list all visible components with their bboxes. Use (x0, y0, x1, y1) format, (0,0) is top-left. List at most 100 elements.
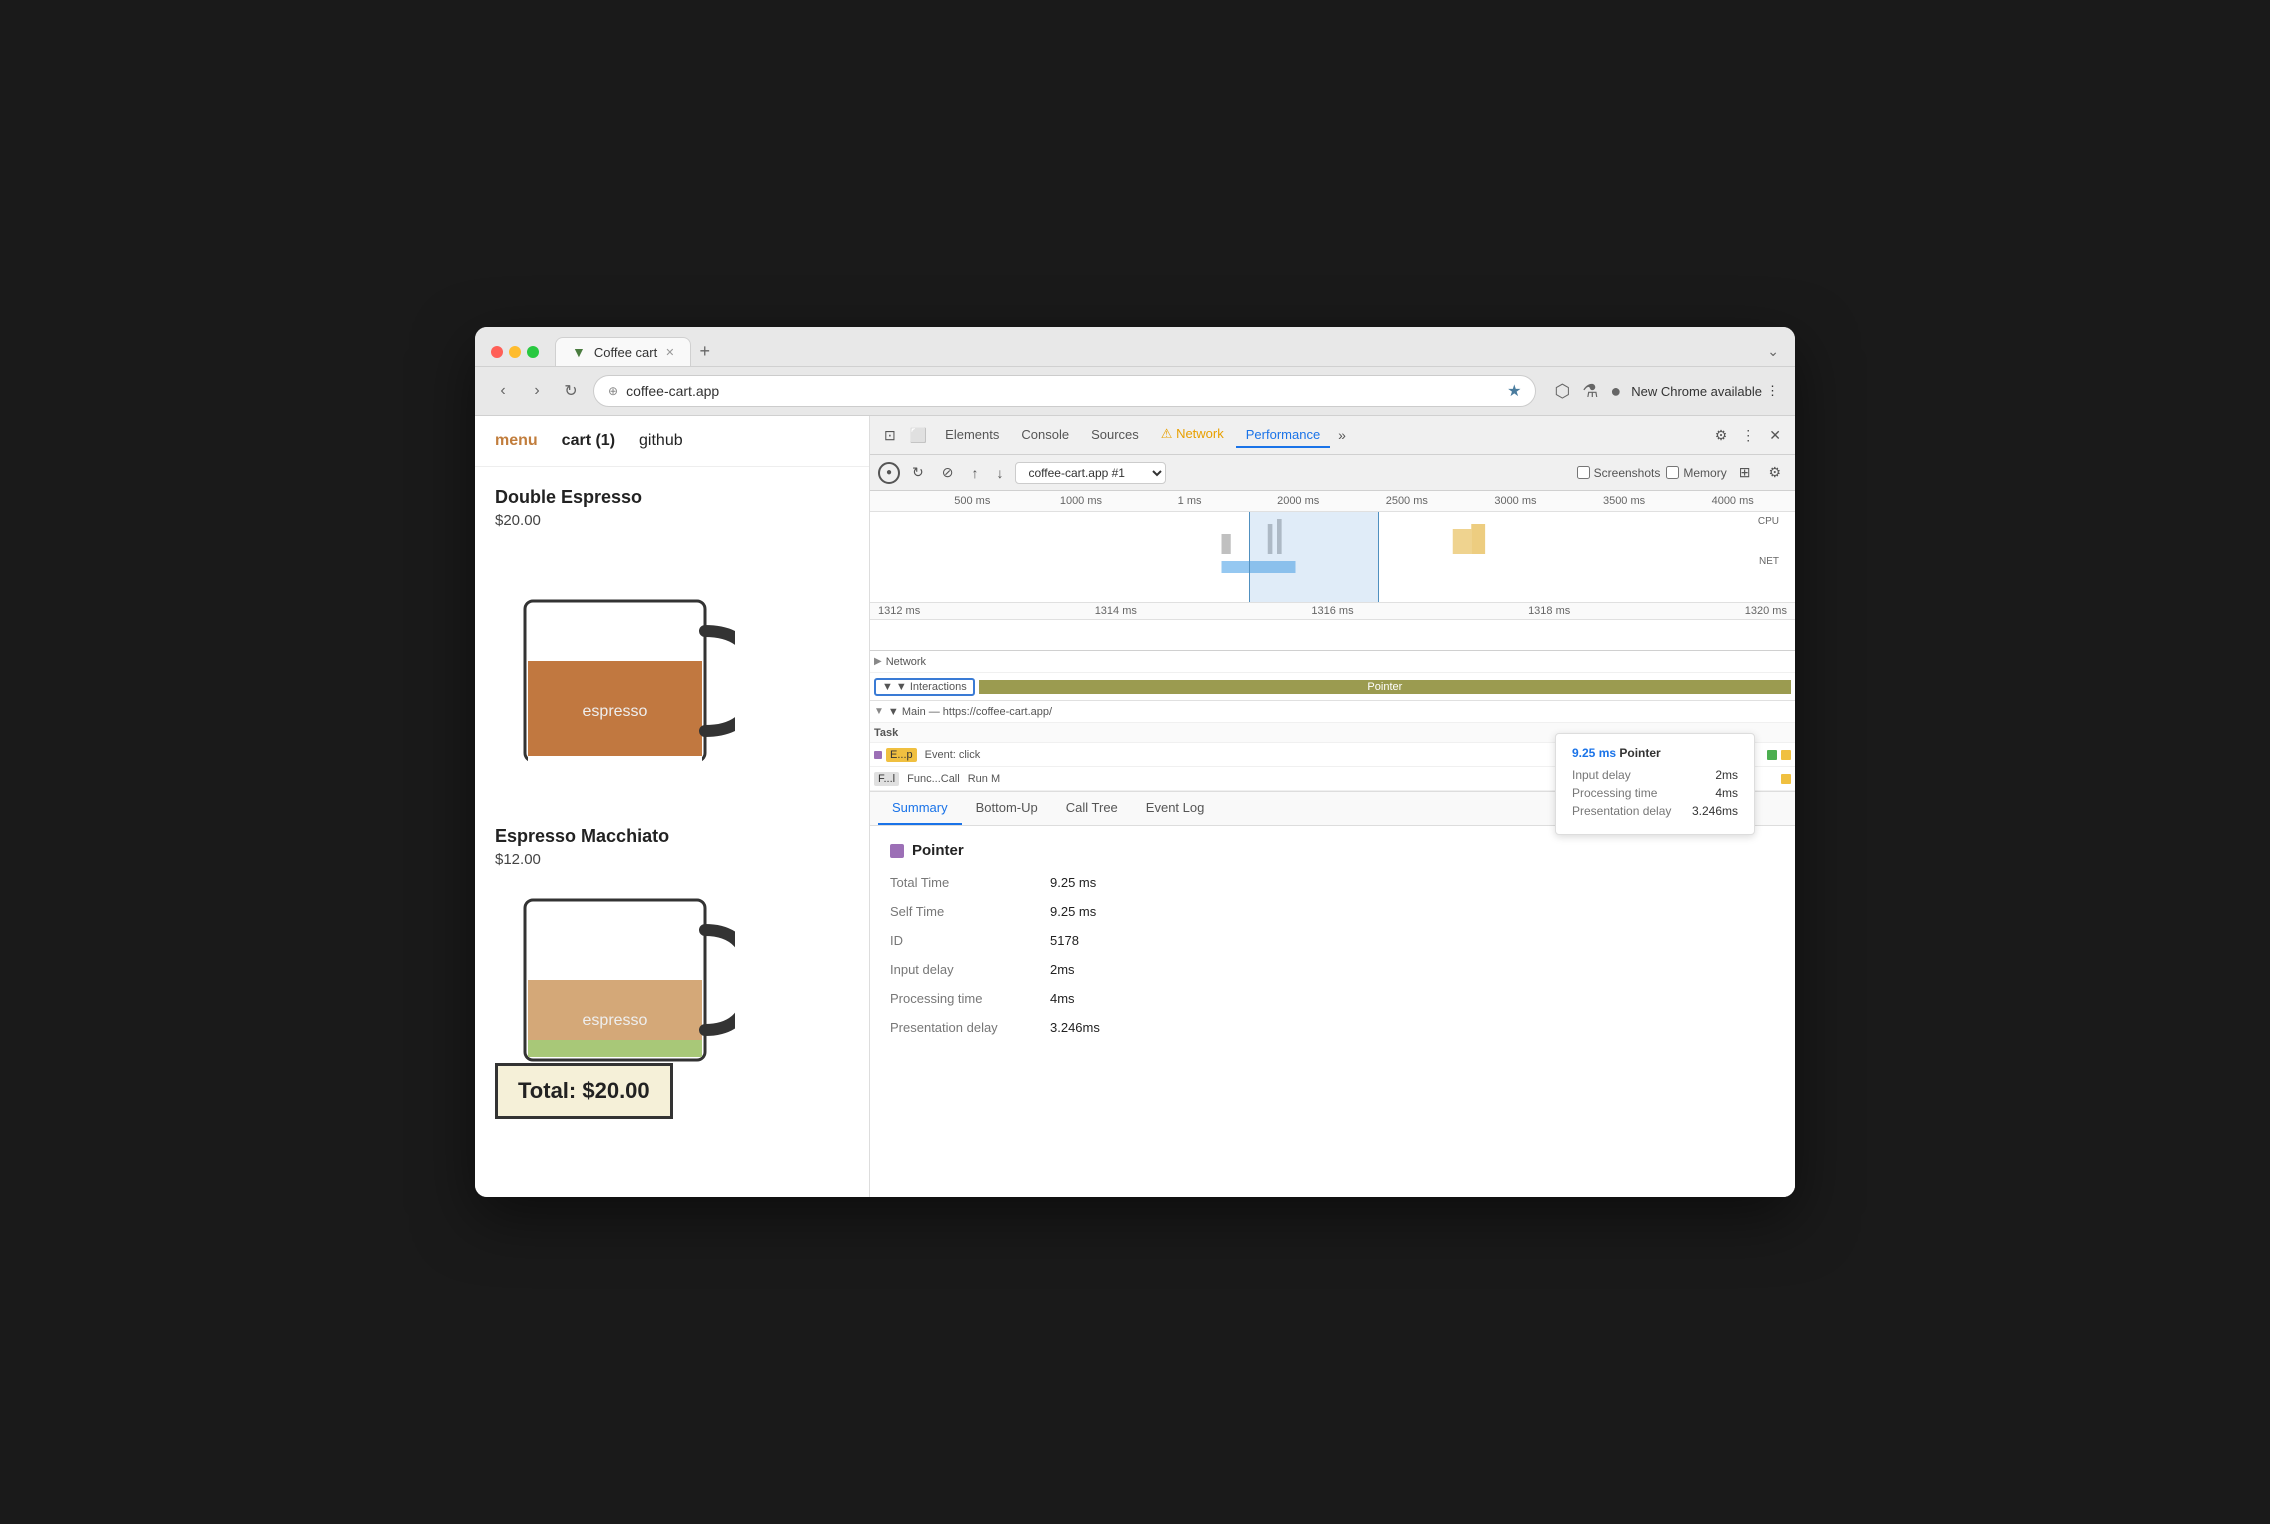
green-chip-icon (1767, 750, 1777, 760)
interactions-box[interactable]: ▼ ▼ Interactions (874, 678, 975, 696)
interactions-pointer-bar: Pointer (979, 680, 1791, 694)
sum-tab-event-log[interactable]: Event Log (1132, 792, 1219, 825)
task-chip-1: E...p (886, 748, 917, 762)
browser-window: ▼ Coffee cart ✕ + ⌄ ‹ › ↻ ⊕ coffee-cart.… (475, 327, 1795, 1197)
zoom-mark-1320: 1320 ms (1745, 605, 1787, 617)
forward-button[interactable]: › (525, 382, 549, 400)
processing-time-value: 4ms (1050, 991, 1075, 1006)
back-button[interactable]: ‹ (491, 382, 515, 400)
interactions-expand-icon: ▼ (882, 681, 893, 693)
yellow-chip-icon (1781, 750, 1791, 760)
capture-settings-button[interactable]: ⊞ (1733, 461, 1757, 484)
ruler-mark-1000: 1000 ms (1027, 495, 1136, 507)
interactions-bar-area: Pointer (979, 680, 1791, 694)
sum-tab-call-tree[interactable]: Call Tree (1052, 792, 1132, 825)
task-extra-2: Run M (968, 773, 1000, 785)
product-name-1: Double Espresso (495, 487, 849, 508)
tooltip-input-delay-value: 2ms (1715, 768, 1738, 782)
instance-select[interactable]: coffee-cart.app #1 (1015, 462, 1166, 484)
summary-row-presentation-delay: Presentation delay 3.246ms (890, 1020, 1775, 1035)
screenshots-checkbox[interactable] (1577, 466, 1590, 479)
url-text: coffee-cart.app (626, 383, 1499, 399)
nav-menu-link[interactable]: menu (495, 432, 538, 450)
new-chrome-button[interactable]: New Chrome available ⋮ (1631, 383, 1779, 399)
close-devtools-button[interactable]: ✕ (1763, 423, 1787, 448)
overview-timeline[interactable]: 500 ms 1000 ms 1 ms 2000 ms 2500 ms 3000… (870, 491, 1795, 651)
browser-chevron-icon[interactable]: ⌄ (1767, 343, 1779, 360)
device-toolbar-button[interactable]: ⬜ (904, 423, 933, 448)
minimize-button[interactable] (509, 346, 521, 358)
main-thread-expand-icon[interactable]: ▼ (874, 706, 884, 717)
main-content: menu cart (1) github Double Espresso $20… (475, 416, 1795, 1197)
performance-icon[interactable]: ⚗ (1582, 381, 1598, 402)
cpu-net-chart: CPU NET (870, 512, 1795, 602)
more-options-button[interactable]: ⋮ (1735, 423, 1761, 448)
presentation-delay-label: Presentation delay (890, 1020, 1050, 1035)
active-tab[interactable]: ▼ Coffee cart ✕ (555, 337, 691, 366)
summary-row-self-time: Self Time 9.25 ms (890, 904, 1775, 919)
product-name-2: Espresso Macchiato (495, 826, 849, 847)
interaction-tooltip: 9.25 ms Pointer Input delay 2ms Processi… (1555, 733, 1755, 835)
tab-network[interactable]: ⚠ Network (1151, 422, 1234, 448)
network-label: Network (886, 656, 926, 668)
nav-cart-link[interactable]: cart (1) (562, 432, 615, 450)
devtools-toolbar: ⊡ ⬜ Elements Console Sources ⚠ Network P… (870, 416, 1795, 455)
input-delay-label: Input delay (890, 962, 1050, 977)
settings-button[interactable]: ⚙ (1709, 423, 1734, 448)
tab-bar: ▼ Coffee cart ✕ + (555, 337, 1759, 366)
self-time-value: 9.25 ms (1050, 904, 1096, 919)
devtools-subtoolbar: ● ↻ ⊘ ↑ ↓ coffee-cart.app #1 Screenshots… (870, 455, 1795, 491)
task-chip-2: F...l (874, 772, 899, 786)
inspect-element-button[interactable]: ⊡ (878, 423, 902, 448)
download-button[interactable]: ↓ (990, 462, 1009, 484)
tab-sources[interactable]: Sources (1081, 423, 1149, 448)
zoom-mark-1318: 1318 ms (1528, 605, 1570, 617)
sum-tab-summary[interactable]: Summary (878, 792, 962, 825)
interactions-label: ▼ Interactions (896, 681, 967, 693)
maximize-button[interactable] (527, 346, 539, 358)
sum-tab-bottom-up[interactable]: Bottom-Up (962, 792, 1052, 825)
settings-gear-button[interactable]: ⚙ (1762, 460, 1787, 485)
profile-icon[interactable]: ● (1610, 381, 1621, 402)
traffic-lights (491, 346, 539, 358)
refresh-record-button[interactable]: ↻ (906, 461, 930, 484)
self-time-label: Self Time (890, 904, 1050, 919)
summary-row-input-delay: Input delay 2ms (890, 962, 1775, 977)
bookmark-icon[interactable]: ★ (1507, 381, 1521, 401)
summary-row-processing-time: Processing time 4ms (890, 991, 1775, 1006)
record-button[interactable]: ● (878, 462, 900, 484)
upload-button[interactable]: ↑ (965, 462, 984, 484)
website-panel: menu cart (1) github Double Espresso $20… (475, 416, 870, 1197)
tab-console[interactable]: Console (1011, 423, 1079, 448)
tooltip-presentation-delay-value: 3.246ms (1692, 804, 1738, 818)
memory-checkbox[interactable] (1666, 466, 1679, 479)
main-thread-row: ▼ ▼ Main — https://coffee-cart.app/ (870, 701, 1795, 723)
summary-panel: Summary Bottom-Up Call Tree Event Log Po… (870, 792, 1795, 1197)
ruler-mark-1ms: 1 ms (1135, 495, 1244, 507)
product-item-1: Double Espresso $20.00 espresso (495, 487, 849, 806)
close-button[interactable] (491, 346, 503, 358)
tab-close-icon[interactable]: ✕ (665, 346, 674, 359)
url-bar[interactable]: ⊕ coffee-cart.app ★ (593, 375, 1536, 407)
interactions-content: ▼ ▼ Interactions Pointer (874, 678, 1791, 696)
screenshots-label: Screenshots (1594, 466, 1661, 480)
extensions-icon[interactable]: ⬡ (1554, 381, 1570, 402)
clear-button[interactable]: ⊘ (936, 461, 960, 484)
yellow-chip-2-icon (1781, 774, 1791, 784)
summary-row-id: ID 5178 (890, 933, 1775, 948)
timeline-selection[interactable] (1249, 512, 1379, 602)
site-nav: menu cart (1) github (475, 416, 869, 467)
product-price-1: $20.00 (495, 512, 849, 529)
nav-github-link[interactable]: github (639, 432, 683, 450)
network-expand-icon[interactable]: ▶ (874, 656, 882, 667)
tab-performance[interactable]: Performance (1236, 423, 1330, 448)
reload-button[interactable]: ↻ (559, 381, 583, 401)
summary-content: Pointer Total Time 9.25 ms Self Time 9.2… (870, 826, 1795, 1065)
zoom-mark-1316: 1316 ms (1311, 605, 1353, 617)
new-tab-button[interactable]: + (691, 337, 718, 366)
toolbar-icons: ⬡ ⚗ ● (1554, 381, 1621, 402)
tracks-area: ▶ Network ▼ ▼ Interactions Pointer (870, 651, 1795, 792)
more-tabs-button[interactable]: » (1332, 423, 1352, 447)
tab-elements[interactable]: Elements (935, 423, 1009, 448)
tab-favicon-icon: ▼ (572, 344, 586, 360)
